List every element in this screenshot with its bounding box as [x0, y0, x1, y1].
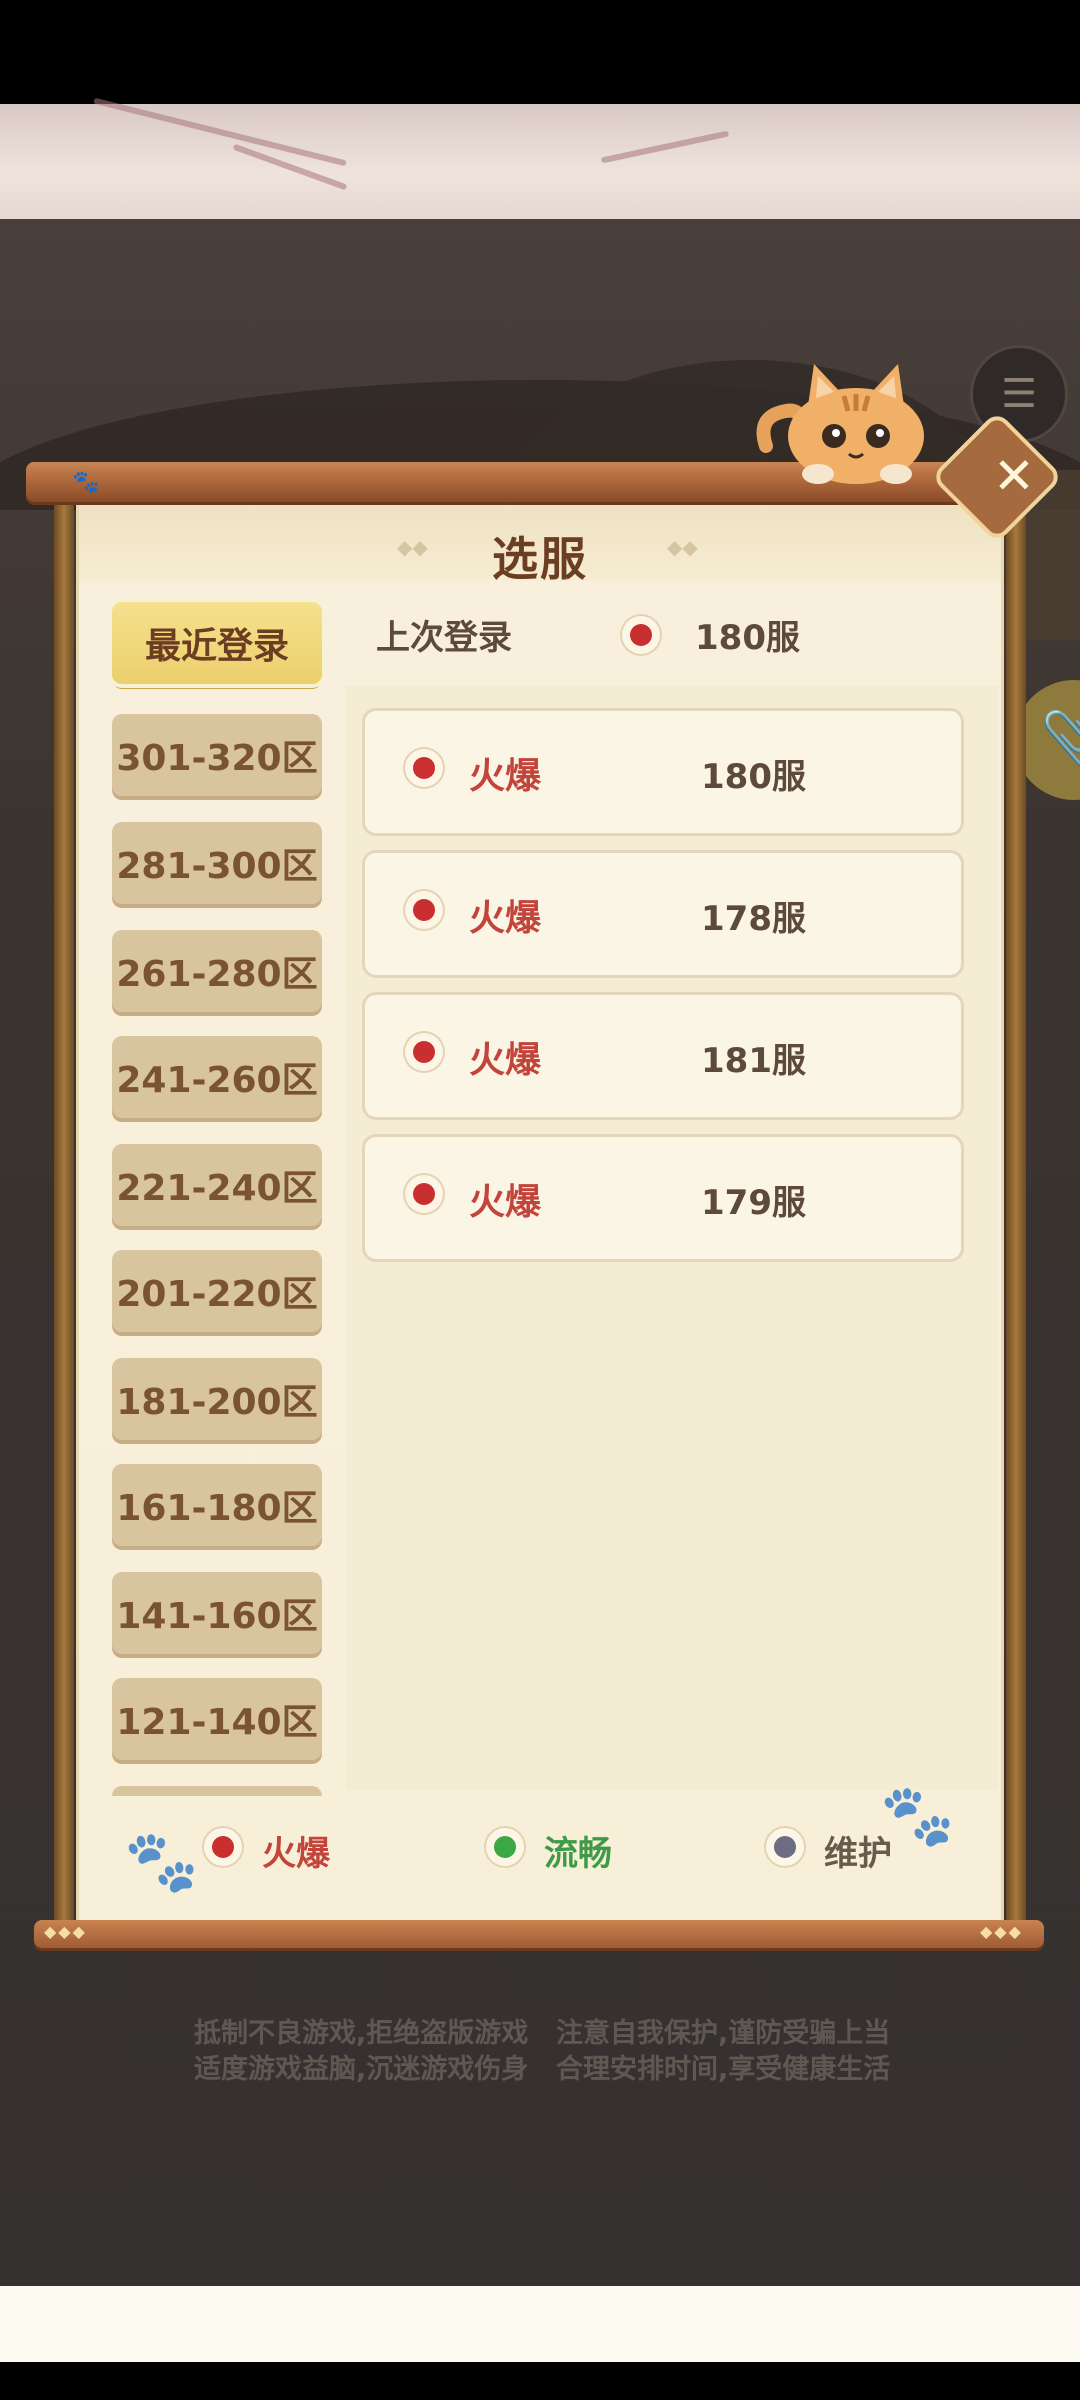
zone-tab[interactable]: 141-160区: [112, 1572, 322, 1654]
background-sky: [0, 97, 1080, 219]
status-dot-icon: [405, 749, 443, 787]
legend-smooth: 流畅: [544, 1834, 612, 1874]
server-status: 火爆: [469, 756, 542, 797]
server-item[interactable]: 火爆 178服: [362, 850, 964, 978]
zone-tab[interactable]: 301-320区: [112, 714, 322, 796]
server-status: 火爆: [469, 1040, 542, 1081]
dialog-title: 选服: [492, 532, 588, 586]
notice-line: 抵制不良游戏,拒绝盗版游戏: [194, 2018, 529, 2049]
notice-line: 适度游戏益脑,沉迷游戏伤身: [194, 2054, 529, 2085]
zone-tab[interactable]: 161-180区: [112, 1464, 322, 1546]
notice-line: 合理安排时间,享受健康生活: [556, 2054, 891, 2085]
server-item[interactable]: 火爆 180服: [362, 708, 964, 836]
ornament-icon: ◆◆◆: [44, 1922, 87, 1941]
status-dot-icon: [405, 891, 443, 929]
server-name: 178服: [701, 899, 806, 939]
server-name: 180服: [701, 757, 806, 797]
legend-maintain-dot-icon: [766, 1828, 804, 1866]
zone-tab[interactable]: 221-240区: [112, 1144, 322, 1226]
last-login-label: 上次登录: [376, 618, 512, 658]
close-icon[interactable]: ✕: [974, 436, 1054, 516]
status-dot-icon: [622, 616, 660, 654]
server-status: 火爆: [469, 1182, 542, 1223]
cat-mascot-icon: [756, 364, 924, 484]
ornament-icon: ◆◆◆: [980, 1922, 1023, 1941]
zone-tab[interactable]: 261-280区: [112, 930, 322, 1012]
zone-tab[interactable]: 121-140区: [112, 1678, 322, 1760]
status-dot-icon: [405, 1175, 443, 1213]
scroll-pole-left: [54, 496, 74, 1922]
zone-tab[interactable]: 241-260区: [112, 1036, 322, 1118]
last-login-server[interactable]: 180服: [695, 610, 800, 659]
notice-line: 注意自我保护,谨防受骗上当: [556, 2018, 891, 2049]
server-status: 火爆: [469, 898, 542, 939]
zone-tab[interactable]: 281-300区: [112, 822, 322, 904]
zone-tab[interactable]: 181-200区: [112, 1358, 322, 1440]
status-bar: [0, 0, 1080, 104]
status-dot-icon: [405, 1033, 443, 1071]
paw-icon: 🐾: [72, 470, 100, 495]
health-notice: 抵制不良游戏,拒绝盗版游戏 适度游戏益脑,沉迷游戏伤身: [194, 2016, 528, 2088]
scroll-rod-bottom: ◆◆◆ ◆◆◆: [34, 1920, 1044, 1948]
scroll-pole-right: [1006, 496, 1026, 1922]
zone-list[interactable]: 最近登录 301-320区 281-300区 261-280区 241-260区…: [112, 600, 326, 1796]
zone-tab-partial[interactable]: [112, 1786, 322, 1796]
server-item[interactable]: 火爆 181服: [362, 992, 964, 1120]
health-notice: 注意自我保护,谨防受骗上当 合理安排时间,享受健康生活: [556, 2016, 890, 2088]
paw-icon: 🐾: [124, 1827, 199, 1897]
legend-hot-dot-icon: [204, 1828, 242, 1866]
zone-tab[interactable]: 201-220区: [112, 1250, 322, 1332]
server-item[interactable]: 火爆 179服: [362, 1134, 964, 1262]
zone-tab-recent[interactable]: 最近登录: [112, 602, 322, 684]
server-name: 181服: [701, 1041, 806, 1081]
server-name: 179服: [701, 1183, 806, 1223]
legend-smooth-dot-icon: [486, 1828, 524, 1866]
bottom-edge: [0, 2362, 1080, 2400]
navigation-bar: [0, 2286, 1080, 2362]
legend-hot: 火爆: [262, 1834, 330, 1874]
legend-maintain: 维护: [824, 1834, 892, 1874]
